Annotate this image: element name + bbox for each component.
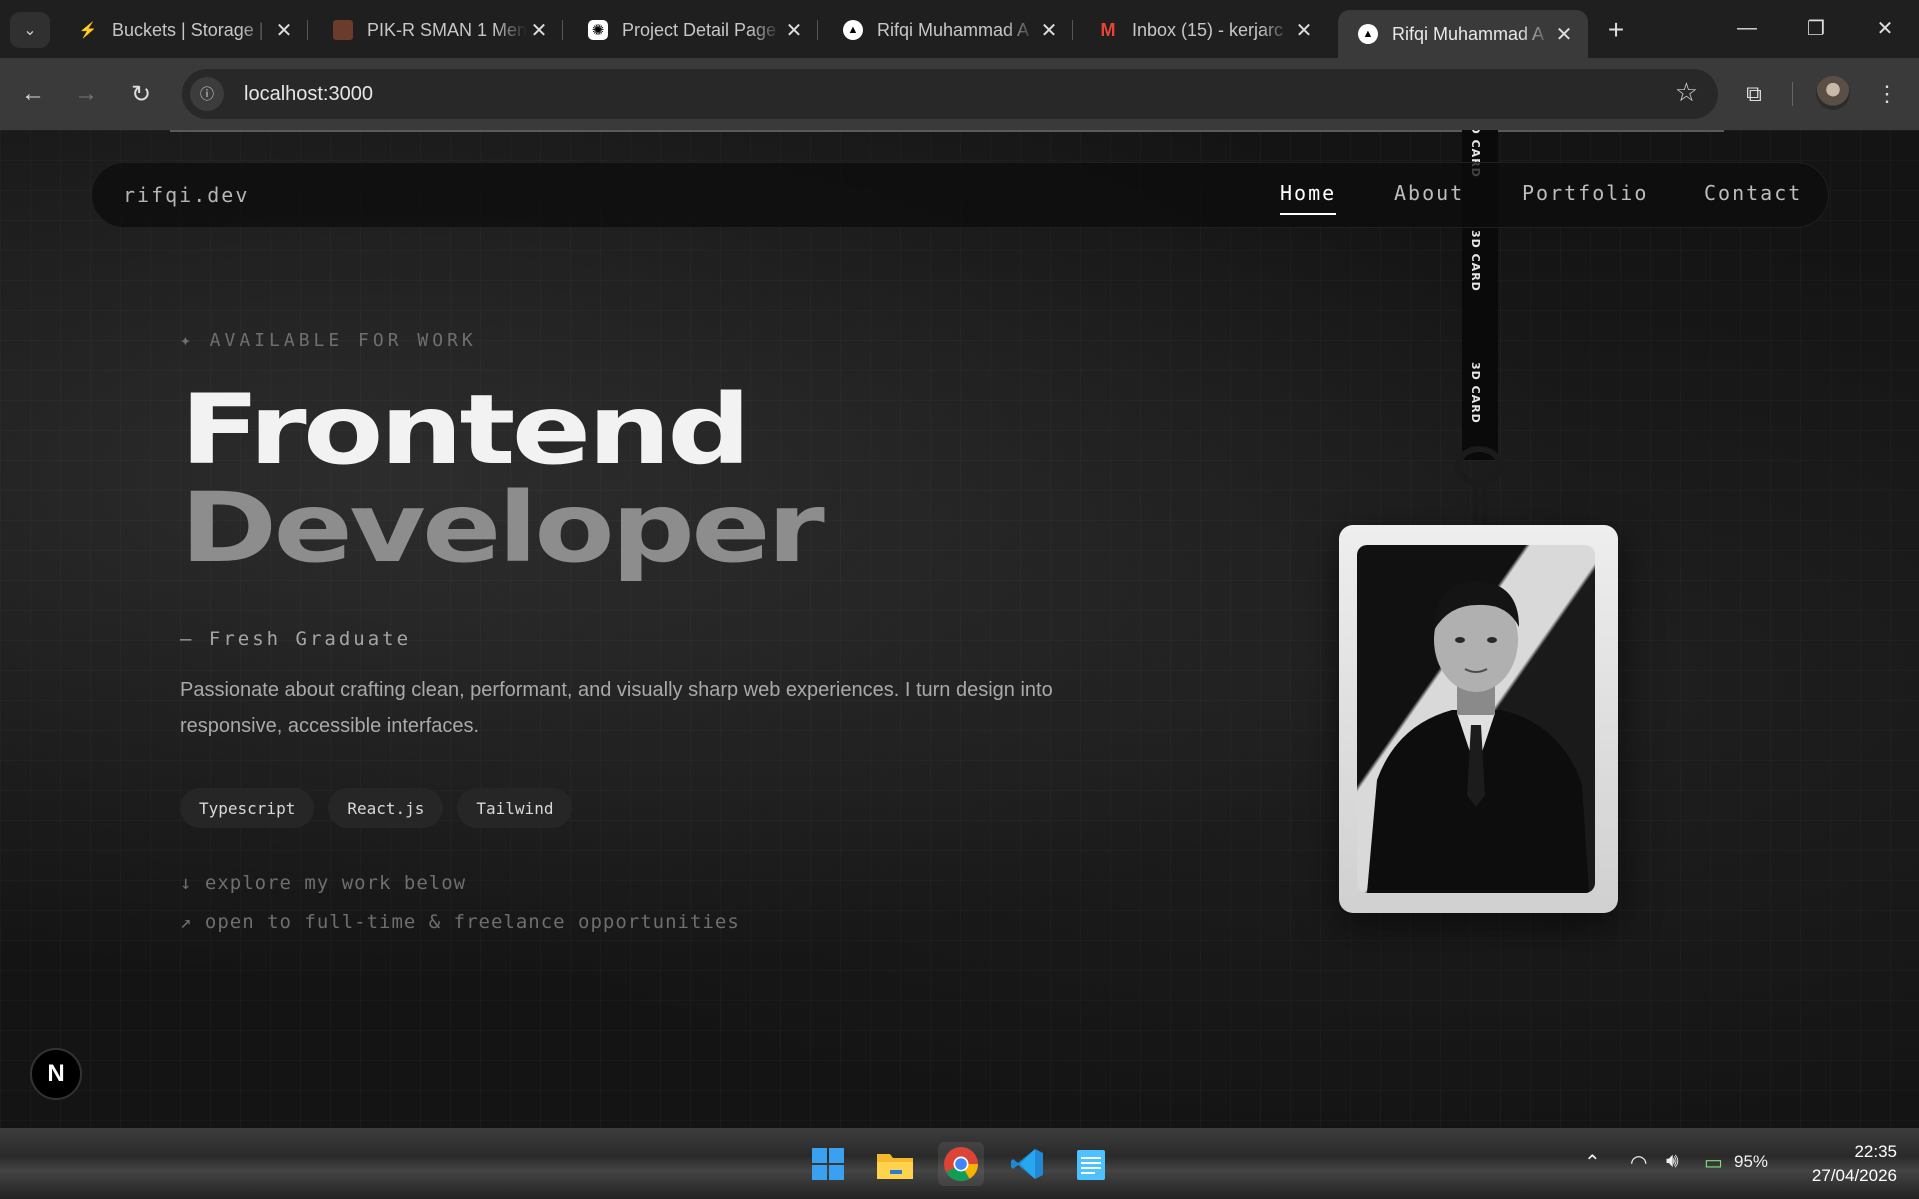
supabase-icon: ⚡ — [78, 22, 98, 39]
portrait-illustration — [1367, 581, 1589, 893]
nextjs-dev-indicator[interactable]: N — [30, 1048, 82, 1100]
vercel-triangle-icon: ▲ — [1358, 24, 1378, 44]
minimize-icon: — — [1737, 16, 1757, 39]
lanyard-label: 3D CARD — [1469, 362, 1482, 424]
id-card-3d[interactable] — [1339, 525, 1618, 913]
web-page: 3D CARD 3D CARD 3D CARD rifqi.dev Home A… — [0, 130, 1919, 1128]
site-navbar: rifqi.dev Home About Portfolio Contact — [91, 162, 1829, 228]
show-hidden-icons[interactable]: ⌃ — [1584, 1150, 1601, 1175]
skill-chips: Typescript React.js Tailwind — [180, 788, 573, 828]
browser-tab[interactable]: ▲ Rifqi Muhammad A ✕ — [823, 10, 1073, 50]
file-explorer-icon[interactable] — [872, 1142, 918, 1186]
browser-tab-strip: ⌄ ⚡ Buckets | Storage | ✕ PIK-R SMAN 1 M… — [0, 0, 1919, 58]
clock-date: 27/04/2026 — [1811, 1166, 1897, 1185]
browser-menu-button[interactable]: ⋮ — [1872, 74, 1902, 114]
arrow-left-icon: ← — [21, 80, 45, 107]
close-tab-icon[interactable]: ✕ — [1037, 18, 1061, 43]
forward-button[interactable]: → — [68, 76, 104, 112]
kebab-menu-icon: ⋮ — [1876, 81, 1898, 106]
reload-icon: ↻ — [130, 80, 152, 108]
nav-home[interactable]: Home — [1280, 181, 1337, 215]
nav-contact[interactable]: Contact — [1704, 181, 1802, 205]
intro-description: Passionate about crafting clean, perform… — [180, 679, 1053, 737]
close-tab-icon[interactable]: ✕ — [782, 18, 806, 43]
close-tab-icon[interactable]: ✕ — [272, 18, 296, 43]
image-favicon — [333, 20, 353, 40]
close-tab-icon[interactable]: ✕ — [1292, 18, 1316, 43]
site-info-icon[interactable]: ⓘ — [190, 77, 224, 111]
role-subtitle: — Fresh Graduate — [180, 628, 412, 650]
lanyard-label: 3D CARD — [1469, 230, 1482, 292]
vercel-triangle-icon: ▲ — [843, 20, 863, 40]
extensions-button[interactable]: ⧉ — [1736, 74, 1772, 114]
minimize-button[interactable]: — — [1717, 8, 1777, 48]
windows-taskbar: ⌃ ◠ 🔊︎ ▭ 95% 22:35 27/04/2026 — [0, 1128, 1919, 1199]
clock-time: 22:35 — [1854, 1142, 1897, 1161]
opportunities-hint: ↗ open to full-time & freelance opportun… — [180, 911, 740, 933]
site-brand[interactable]: rifqi.dev — [123, 183, 249, 207]
close-icon: ✕ — [1876, 17, 1894, 40]
new-tab-button[interactable]: + — [1598, 12, 1634, 48]
close-tab-icon[interactable]: ✕ — [1552, 22, 1576, 47]
browser-tab[interactable]: PIK-R SMAN 1 Men ✕ — [313, 10, 563, 50]
skill-chip: Tailwind — [457, 788, 573, 828]
notepad-icon[interactable] — [1068, 1142, 1114, 1186]
chevron-down-icon: ⌄ — [23, 22, 37, 39]
puzzle-icon: ⧉ — [1746, 81, 1762, 106]
address-url[interactable]: localhost:3000 — [244, 83, 373, 106]
vscode-icon[interactable] — [1004, 1142, 1050, 1186]
browser-toolbar: ← → ↻ ⓘ localhost:3000 ☆ ⧉ ⋮ — [0, 58, 1919, 130]
volume-icon[interactable]: 🔊︎ — [1666, 1150, 1679, 1173]
battery-percent: 95% — [1734, 1152, 1769, 1171]
close-window-button[interactable]: ✕ — [1855, 8, 1915, 48]
close-tab-icon[interactable]: ✕ — [527, 18, 551, 43]
chrome-icon[interactable] — [938, 1142, 984, 1186]
browser-tab[interactable]: ✺ Project Detail Page ✕ — [568, 10, 818, 50]
bookmark-star-icon[interactable]: ☆ — [1675, 77, 1698, 108]
gmail-icon: M — [1100, 19, 1116, 40]
windows-start-icon[interactable] — [805, 1142, 851, 1186]
restore-icon: ❐ — [1807, 17, 1825, 40]
browser-tab-active[interactable]: ▲ Rifqi Muhammad A ✕ — [1338, 10, 1588, 58]
browser-tab[interactable]: ⚡ Buckets | Storage | ✕ — [58, 10, 308, 50]
battery-icon[interactable]: ▭ — [1704, 1150, 1723, 1175]
skill-chip: React.js — [328, 788, 444, 828]
profile-photo — [1357, 545, 1595, 893]
reload-button[interactable]: ↻ — [123, 76, 159, 112]
availability-label: ✦ AVAILABLE FOR WORK — [180, 330, 477, 351]
nav-portfolio[interactable]: Portfolio — [1522, 181, 1648, 205]
headline-line1: Frontend — [180, 374, 751, 486]
arrow-right-icon: → — [74, 80, 98, 107]
nav-about[interactable]: About — [1394, 181, 1464, 205]
restore-button[interactable]: ❐ — [1786, 8, 1846, 48]
tab-search-button[interactable]: ⌄ — [10, 12, 50, 48]
wifi-icon[interactable]: ◠ — [1630, 1150, 1647, 1175]
headline-line2: Developer — [180, 472, 825, 584]
skill-chip: Typescript — [180, 788, 315, 828]
explore-hint: ↓ explore my work below — [180, 872, 467, 894]
plus-icon: + — [1607, 14, 1625, 45]
browser-tab[interactable]: M Inbox (15) - kerjarc ✕ — [1078, 10, 1328, 50]
address-bar[interactable]: ⓘ localhost:3000 ☆ — [182, 69, 1718, 119]
back-button[interactable]: ← — [15, 76, 51, 112]
profile-avatar[interactable] — [1816, 76, 1850, 110]
toolbar-divider — [1792, 82, 1793, 106]
openai-icon: ✺ — [588, 20, 608, 40]
taskbar-clock[interactable]: 22:35 27/04/2026 — [1812, 1140, 1897, 1188]
